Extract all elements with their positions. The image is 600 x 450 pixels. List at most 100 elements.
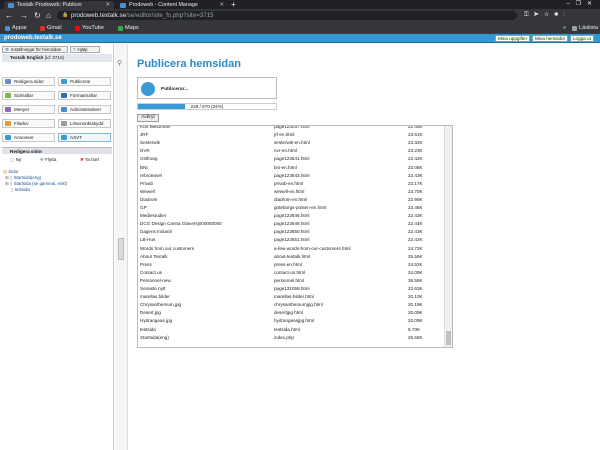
browser-tab-2[interactable]: Prodoweb - Content Manage ✕ xyxy=(116,1,228,9)
reload-icon[interactable]: ↻ xyxy=(34,10,41,21)
file-row: Mediestudier page123646.html 22.43K xyxy=(138,213,444,219)
apps-grid-icon xyxy=(5,25,10,31)
scrollbar-thumb[interactable] xyxy=(446,331,451,345)
delete-page-button[interactable]: ✖ Ta bort xyxy=(72,156,99,164)
file-page-name: Privab xyxy=(140,180,154,186)
browser-tab-title: Textalk Prodoweb: Publicer xyxy=(17,2,83,8)
file-name: about-textalk.html xyxy=(274,253,311,259)
ads-icon xyxy=(5,135,11,140)
file-size: 22.43K xyxy=(408,172,423,178)
menu-publish[interactable]: Publicera! xyxy=(58,77,111,86)
splitter-grip[interactable] xyxy=(118,238,124,260)
url-path: /se/editor/site_fs.php?site=3715 xyxy=(126,12,214,19)
move-page-button[interactable]: ✥ Flytta xyxy=(32,156,56,164)
back-icon[interactable]: ← xyxy=(5,10,13,21)
file-page-name: Senaste nytt xyxy=(140,286,166,291)
new-tab-button[interactable]: + xyxy=(231,0,236,9)
browser-toolbar-icons[interactable]: ⚿➤☆✱⋮ xyxy=(524,11,570,20)
menu-ads[interactable]: Annonser xyxy=(2,133,55,142)
file-size: 23.48K xyxy=(408,205,423,210)
file-name: personnel.html xyxy=(274,277,305,283)
my-sites-button[interactable]: Mina hemsidor xyxy=(532,35,569,42)
browser-tab-1[interactable]: Textalk Prodoweb: Publicer ✕ xyxy=(4,1,114,9)
app-logo[interactable]: prodoweb.textalk.se xyxy=(4,34,62,43)
menu-edit-pages[interactable]: Redigera sidor xyxy=(2,77,55,86)
file-row: Privab privab-en.html 23.17K xyxy=(138,181,444,187)
scrollbar[interactable] xyxy=(444,126,452,347)
file-page-name: Wewell xyxy=(140,188,155,194)
file-name: marellas-bilder.html xyxy=(274,294,314,300)
gear-icon: ⚙ xyxy=(5,47,9,52)
address-bar[interactable]: 🔒 prodoweb.textalk.se/se/editor/site_fs.… xyxy=(57,11,517,20)
site-favicon-icon xyxy=(8,2,14,8)
file-name: a-few-words-from-our-customers.html xyxy=(274,245,351,251)
file-page-name: Diadrom xyxy=(140,196,158,202)
file-page-name: Desert.jpg xyxy=(140,310,161,316)
file-row: Chrysanthemum.jpg chrysanthemumjpg.html 20… xyxy=(138,302,444,308)
my-details-button[interactable]: Mina uppgifter xyxy=(495,35,531,42)
tab-site-settings[interactable]: ⚙ Inställningar för hemsidan xyxy=(2,46,68,53)
file-name: hydrangeasjpg.html xyxy=(274,318,315,324)
file-name: press-en.html xyxy=(274,261,302,267)
close-tab-icon[interactable]: ✕ xyxy=(102,2,110,8)
search-icon[interactable]: ⚲ xyxy=(117,59,122,67)
file-size: 23.61K xyxy=(408,132,423,138)
bookmark-youtube[interactable]: YouTube xyxy=(75,24,104,32)
bookmark-gmail[interactable]: Gmail xyxy=(40,24,62,32)
menu-file-archive[interactable]: Filarkiv xyxy=(2,119,55,128)
menu-asvt[interactable]: ASVT xyxy=(58,133,111,142)
tree-root[interactable]: ▤ Sidor xyxy=(3,169,19,174)
window-controls[interactable]: –❐✕ xyxy=(566,0,598,9)
file-row: testsida testsida.html 9.73K xyxy=(138,327,444,333)
bookmarks-bar: Appar Gmail YouTube Maps » Läslista xyxy=(0,22,600,34)
file-size: 25.56K xyxy=(408,253,423,259)
bookmark-maps[interactable]: Maps xyxy=(118,24,139,32)
file-row: GP goteborgs-posten-en.html 23.48K xyxy=(138,205,444,211)
close-tab-icon[interactable]: ✕ xyxy=(216,2,224,8)
new-page-button[interactable]: ▢ Ny xyxy=(2,156,21,164)
logout-button[interactable]: Logga ut xyxy=(570,35,594,42)
file-size: 22.43K xyxy=(408,229,423,235)
tree-item[interactable]: ▯ testsida xyxy=(11,187,30,192)
file-row: About Textalk about-textalk.html 25.56K xyxy=(138,254,444,260)
page-icon: ▯ xyxy=(9,181,13,186)
home-icon[interactable]: ⌂ xyxy=(46,10,51,21)
file-page-name: LB-Hus xyxy=(140,237,156,243)
file-size: 24.72K xyxy=(408,245,423,251)
file-page-name: testsida xyxy=(140,326,156,332)
abort-button[interactable]: Avbryt xyxy=(137,114,159,122)
tab-help[interactable]: ? Hjälp xyxy=(70,46,100,53)
file-size: 9.73K xyxy=(408,326,421,332)
forward-icon[interactable]: → xyxy=(20,10,28,21)
file-size: 24.09K xyxy=(408,269,423,275)
lock-icon: 🔒 xyxy=(62,12,69,18)
file-row: Senaste nytt page131059.html 22.63K xyxy=(138,286,444,292)
file-size: 22.63K xyxy=(408,286,423,291)
file-name: contact-us.html xyxy=(274,269,306,275)
menu-menus[interactable]: Menyer xyxy=(2,105,55,114)
file-row: Dagens Industri page123650.html 22.43K xyxy=(138,229,444,235)
file-size: 22.45K xyxy=(408,125,423,129)
tree-item[interactable]: ⊞ ▯ Startsida(eng) xyxy=(5,175,41,180)
folder-icon: ▤ xyxy=(3,169,8,174)
tree-item[interactable]: ⊞ ▯ Startsida (se gammal, enkl) xyxy=(5,181,67,186)
pages-icon xyxy=(5,79,11,84)
file-size: 23.70K xyxy=(408,188,423,194)
edit-pages-header: Redigera sidor xyxy=(2,147,112,154)
menu-stylesheets[interactable]: Formatmallar xyxy=(58,91,111,100)
file-size: 23.32K xyxy=(408,140,423,146)
file-row: Contact us contact-us.html 24.09K xyxy=(138,270,444,276)
file-page-name: rebrotravel xyxy=(140,172,162,178)
maps-icon xyxy=(118,25,123,31)
menu-page-templates[interactable]: Sidmallar xyxy=(2,91,55,100)
bookmark-apps[interactable]: Appar xyxy=(5,24,27,32)
file-page-name: Ostfrang xyxy=(140,156,158,162)
file-page-name: Words from our customers xyxy=(140,245,195,251)
gmail-icon xyxy=(40,25,45,31)
menu-password-protection[interactable]: Lösenordsskydd xyxy=(58,119,111,128)
file-size: 23.23K xyxy=(408,148,423,154)
file-name: testsida.html xyxy=(274,326,300,332)
reading-list[interactable]: Läslista xyxy=(572,24,598,32)
menu-administrators[interactable]: Administratörer xyxy=(58,105,111,114)
bookmarks-overflow[interactable]: » xyxy=(563,24,566,32)
